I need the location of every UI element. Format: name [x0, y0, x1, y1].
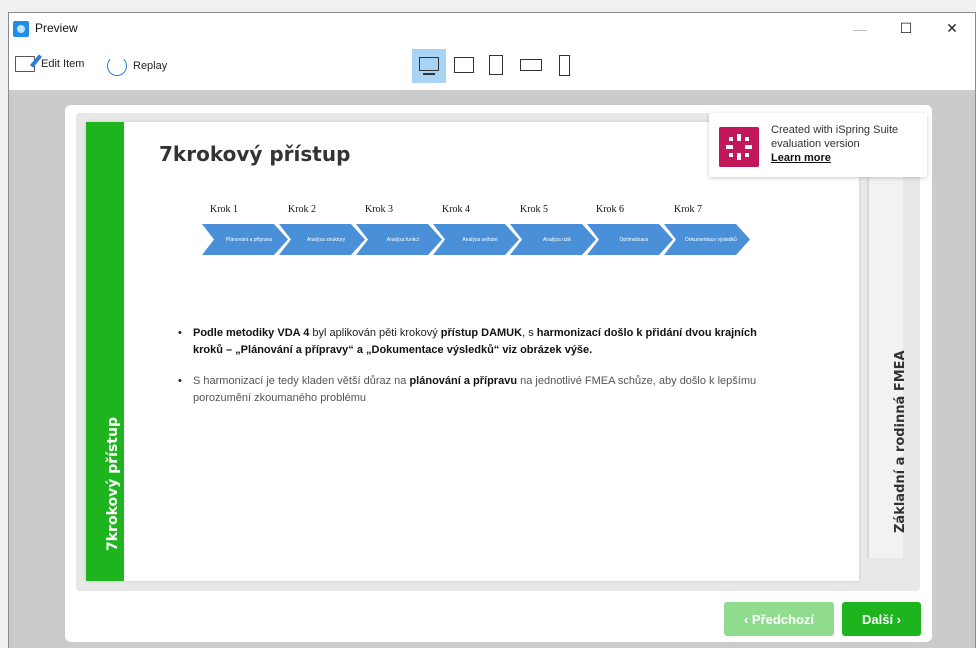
next-button[interactable]: Další ›	[842, 602, 921, 636]
tablet-portrait-icon	[489, 55, 503, 75]
replay-icon	[107, 56, 127, 76]
monitor-stand	[423, 73, 435, 75]
step-label: Krok 6	[596, 204, 625, 215]
bullet-text: , s	[522, 327, 537, 339]
bullet-item: Podle metodiky VDA 4 byl aplikován pěti …	[176, 325, 776, 359]
previous-button[interactable]: ‹ Předchozí	[724, 602, 834, 636]
step-text: Analýza rizik	[542, 237, 572, 243]
slide-content: 7krokový přístup 7krokový přístup Krok 1…	[86, 122, 859, 581]
toolbar: Edit Item Replay	[9, 44, 975, 90]
app-icon	[13, 21, 29, 37]
edit-icon	[15, 56, 35, 72]
device-phone-portrait-button[interactable]	[556, 49, 574, 83]
bullet-item: S harmonizací je tedy kladen větší důraz…	[176, 373, 776, 407]
close-button[interactable]: ✕	[929, 13, 975, 44]
next-section-tab[interactable]: Základní a rodinná FMEA	[867, 156, 908, 558]
bullet-list: Podle metodiky VDA 4 byl aplikován pěti …	[176, 325, 776, 421]
edit-item-label: Edit Item	[41, 58, 85, 70]
step-label: Krok 5	[520, 204, 549, 215]
step-text: Plánování a příprava	[225, 237, 273, 243]
ispring-watermark: Created with iSpring Suite evaluation ve…	[709, 113, 927, 177]
device-phone-landscape-button[interactable]	[517, 49, 545, 83]
step-text: Analýza selhání	[462, 237, 498, 243]
replay-label: Replay	[133, 60, 168, 72]
process-steps: Krok 1 Krok 2 Krok 3 Krok 4 Krok 5 Krok …	[202, 204, 764, 255]
device-tablet-landscape-button[interactable]	[451, 49, 477, 83]
ispring-logo-icon	[719, 127, 759, 167]
ispring-line1: Created with iSpring Suite	[771, 124, 899, 136]
title-bar: Preview — ☐ ✕	[9, 13, 975, 44]
monitor-icon	[419, 57, 439, 71]
device-desktop-button[interactable]	[412, 49, 446, 83]
bullet-bold: Podle metodiky VDA 4	[193, 327, 310, 339]
next-section-label: Základní a rodinná FMEA	[893, 350, 908, 533]
left-band: 7krokový přístup	[86, 122, 124, 581]
bullet-text: byl aplikován pěti krokový	[309, 327, 441, 339]
step-text: Dokumentace výsledků	[685, 237, 737, 243]
replay-button[interactable]: Replay	[107, 56, 167, 76]
bullet-bold: plánování a přípravu	[409, 375, 518, 387]
step-label: Krok 3	[365, 204, 394, 215]
player-card: 7krokový přístup 7krokový přístup Krok 1…	[65, 105, 932, 642]
left-band-label: 7krokový přístup	[105, 417, 121, 551]
tablet-landscape-icon	[454, 57, 474, 73]
step-text: Optimalizace	[619, 237, 649, 243]
preview-window: Preview — ☐ ✕ Edit Item Replay 7krokový …	[8, 12, 976, 648]
window-title: Preview	[35, 21, 78, 35]
edit-item-button[interactable]: Edit Item	[15, 56, 84, 72]
learn-more-link[interactable]: Learn more	[771, 152, 831, 164]
slide-title: 7krokový přístup	[159, 142, 351, 166]
slide-frame: 7krokový přístup 7krokový přístup Krok 1…	[76, 113, 927, 591]
phone-landscape-icon	[520, 59, 542, 71]
step-label: Krok 2	[288, 204, 317, 215]
step-text: Analýza funkcí	[386, 237, 420, 243]
ispring-line2: evaluation version	[771, 138, 860, 150]
step-label: Krok 1	[210, 204, 239, 215]
step-label: Krok 7	[674, 204, 703, 215]
phone-portrait-icon	[559, 55, 570, 76]
device-tablet-portrait-button[interactable]	[485, 49, 507, 83]
maximize-button[interactable]: ☐	[883, 13, 929, 44]
minimize-button[interactable]: —	[837, 13, 883, 44]
step-label: Krok 4	[442, 204, 471, 215]
step-text: Analýza struktury	[306, 237, 346, 243]
bullet-bold: přístup DAMUK	[440, 327, 523, 339]
preview-stage: 7krokový přístup 7krokový přístup Krok 1…	[9, 90, 975, 648]
bullet-text: S harmonizací je tedy kladen větší důraz…	[193, 375, 410, 387]
